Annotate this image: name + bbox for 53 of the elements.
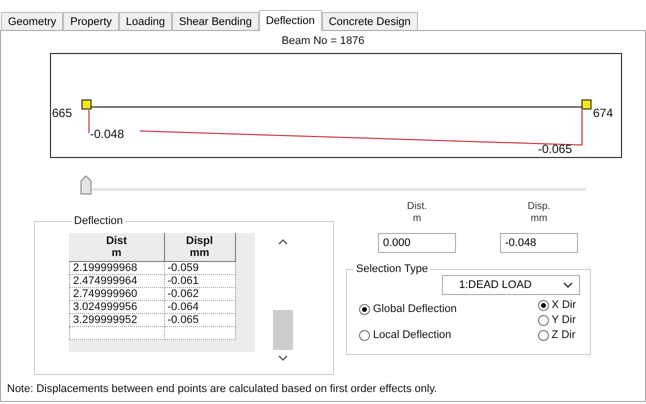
slider-thumb[interactable] bbox=[80, 175, 92, 195]
tab[interactable]: Concrete Design bbox=[322, 12, 418, 30]
radio-option[interactable]: Z Dir bbox=[538, 329, 576, 342]
note-text: Note: Displacements between end points are calculated based on first order effects only. bbox=[7, 383, 438, 395]
column-header: Displ bbox=[185, 235, 214, 247]
tab[interactable]: Loading bbox=[118, 12, 172, 30]
table-cell: 2.749999960 bbox=[70, 288, 164, 300]
beam-label: Beam No = 1876 bbox=[280, 35, 366, 49]
radio-icon[interactable] bbox=[359, 304, 370, 315]
caret-icon bbox=[563, 282, 573, 288]
table-cell: 3.024999956 bbox=[70, 300, 164, 314]
node-label: 674 bbox=[593, 106, 614, 120]
radio-icon[interactable] bbox=[538, 330, 549, 341]
node-label: 665 bbox=[52, 106, 72, 120]
field-label: Dist. bbox=[407, 201, 427, 213]
slider[interactable] bbox=[80, 175, 586, 197]
unit-label: m bbox=[412, 213, 422, 225]
tab[interactable]: Property bbox=[63, 12, 119, 30]
table-cell: 2.199999968 bbox=[70, 262, 164, 274]
tab[interactable]: Deflection bbox=[258, 10, 322, 31]
column-unit: m bbox=[110, 247, 122, 259]
table-cell: -0.062 bbox=[164, 288, 235, 300]
group-title: Selection Type bbox=[355, 263, 429, 275]
column-unit: mm bbox=[188, 247, 210, 259]
radio-icon[interactable] bbox=[538, 315, 549, 326]
input-field[interactable]: 0.000 bbox=[378, 233, 456, 253]
column-header: Dist bbox=[105, 235, 128, 247]
node-icon bbox=[82, 100, 92, 110]
tab[interactable]: Shear Bending bbox=[172, 12, 259, 30]
value-label: -0.048 bbox=[90, 127, 124, 141]
radio-option[interactable]: X Dir bbox=[538, 299, 576, 312]
node-icon bbox=[582, 100, 592, 110]
unit-label: mm bbox=[530, 213, 548, 225]
table-cell: -0.065 bbox=[164, 314, 235, 326]
scroll-thumb[interactable] bbox=[273, 310, 293, 350]
table-cell: -0.059 bbox=[164, 262, 235, 274]
value-label: -0.065 bbox=[538, 142, 572, 156]
table-cell: 3.299999952 bbox=[70, 314, 164, 326]
radio-icon[interactable] bbox=[538, 300, 549, 311]
radio-option[interactable]: Global Deflection bbox=[359, 303, 457, 316]
table-cell: 2.474999964 bbox=[70, 274, 164, 288]
radio-option[interactable]: Local Deflection bbox=[359, 329, 457, 342]
group-title: Deflection bbox=[73, 215, 124, 227]
scroll-down-icon[interactable] bbox=[278, 355, 288, 361]
field-label: Disp. bbox=[528, 201, 550, 213]
load-case-dropdown[interactable]: 1:DEAD LOAD bbox=[442, 275, 580, 295]
input-field[interactable]: -0.048 bbox=[500, 233, 578, 253]
table-cell: -0.061 bbox=[164, 274, 235, 288]
scroll-up-icon[interactable] bbox=[278, 239, 288, 245]
table-cell: -0.064 bbox=[164, 300, 235, 314]
tab[interactable]: Geometry bbox=[1, 12, 64, 30]
radio-icon[interactable] bbox=[359, 330, 370, 341]
radio-option[interactable]: Y Dir bbox=[538, 314, 576, 327]
